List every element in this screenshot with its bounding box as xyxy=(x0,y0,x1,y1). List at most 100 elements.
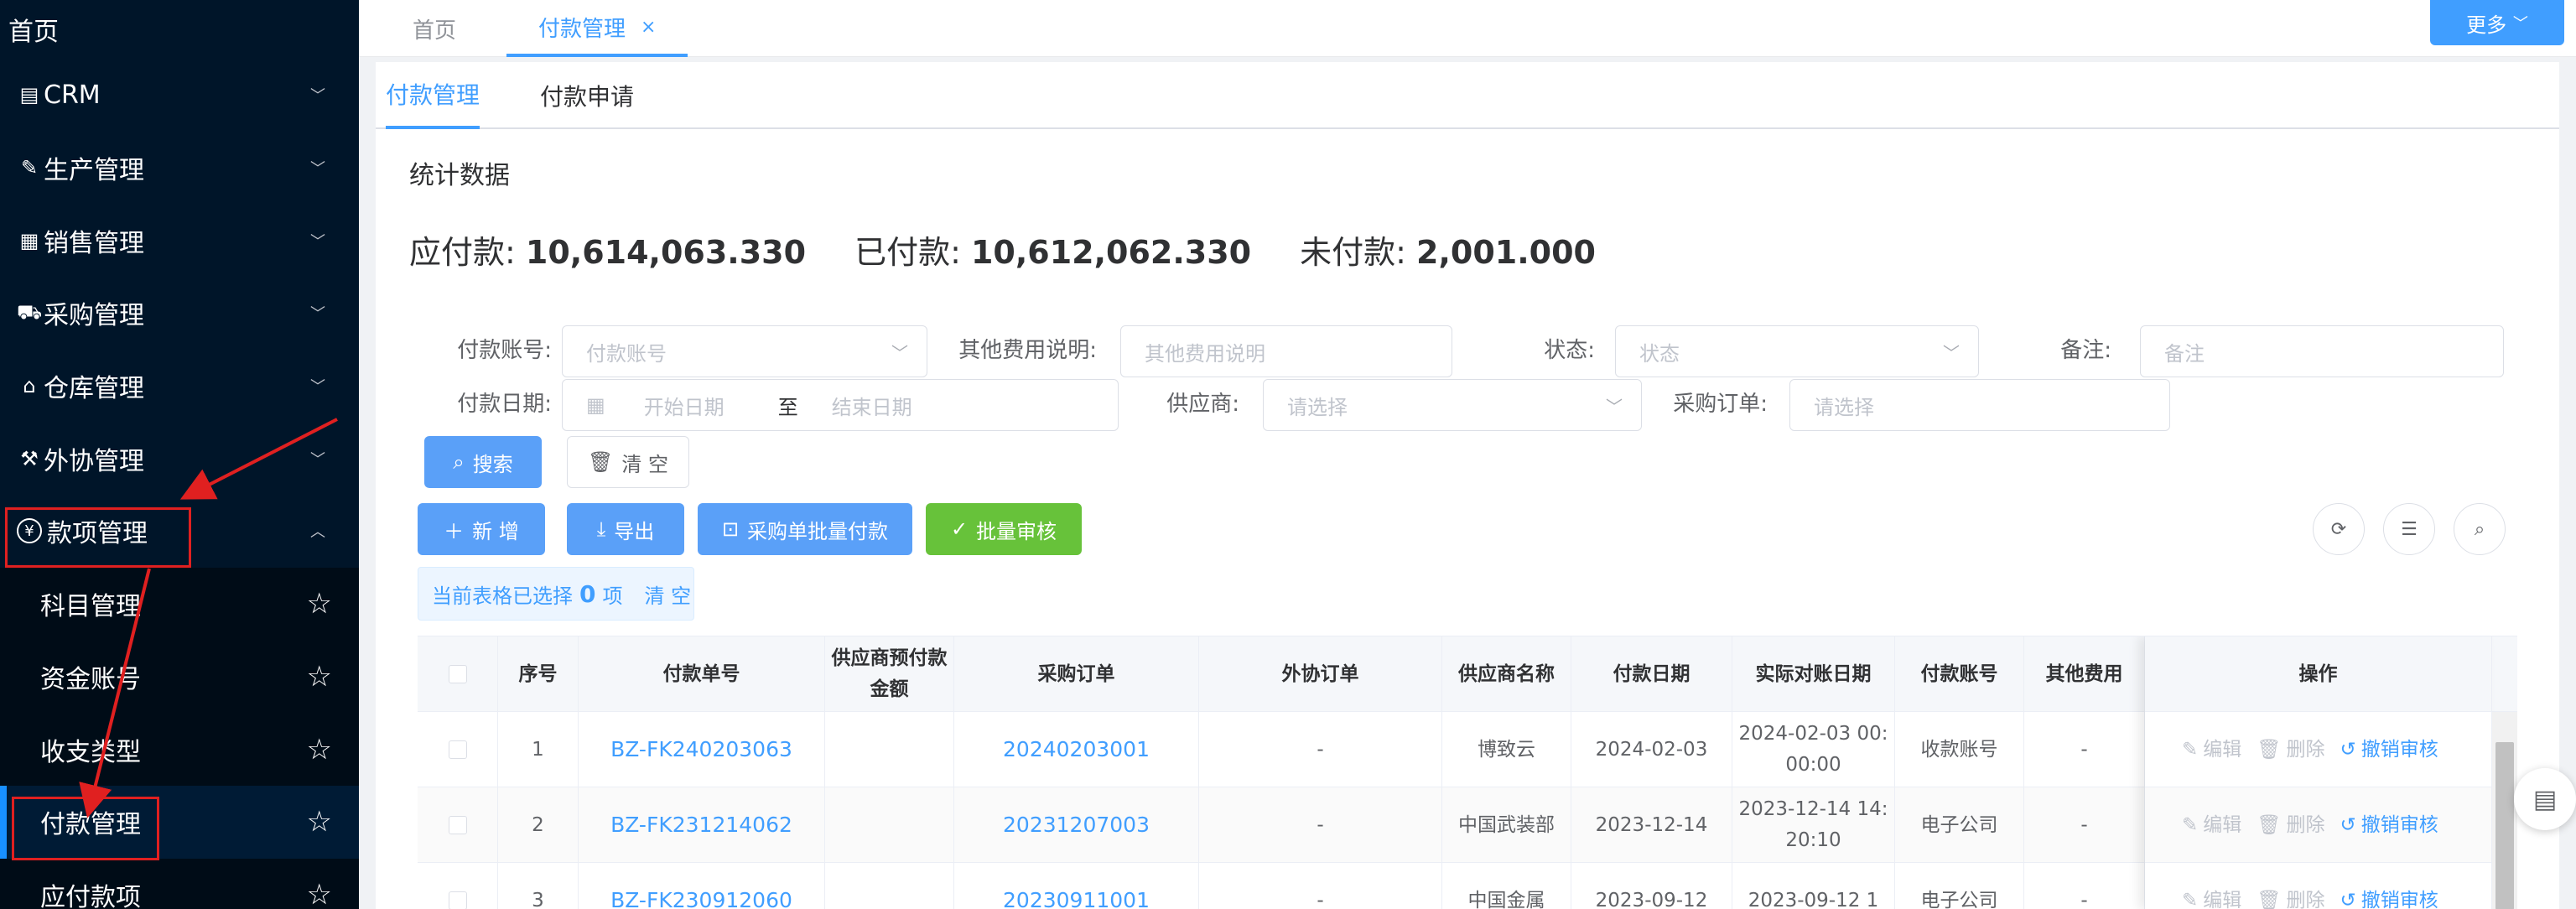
sub-tabs: 付款管理 付款申请 xyxy=(376,62,2559,129)
search-toggle-icon[interactable]: ⌕ xyxy=(2454,503,2506,555)
download-icon: ⤓ xyxy=(596,517,606,541)
sidebar-item-outsource[interactable]: ⚒ 外协管理 ﹀ xyxy=(0,422,359,495)
sidebar-sub-payables[interactable]: 应付款项 ☆ xyxy=(0,858,359,909)
sidebar-item-home[interactable]: 首页 xyxy=(0,0,359,59)
remark-input[interactable]: 备注 xyxy=(2140,325,2504,377)
subtab-label: 付款管理 xyxy=(386,81,480,109)
cart-icon: ⛟ xyxy=(17,299,43,324)
cell-outsource: - xyxy=(1199,787,1442,863)
cell-po-link[interactable]: 20230911001 xyxy=(954,863,1199,909)
cell-supplier: 中国金属 xyxy=(1442,863,1571,909)
warehouse-icon: ⌂ xyxy=(23,374,36,398)
select-all-checkbox[interactable] xyxy=(448,665,467,683)
document-icon[interactable]: ▤ xyxy=(2514,768,2576,830)
col-header: 外协订单 xyxy=(1199,636,1442,712)
supplier-select[interactable]: 请选择 ﹀ xyxy=(1263,379,1642,431)
selection-suffix: 项 xyxy=(602,584,623,608)
sidebar-sub-subjects[interactable]: 科目管理 ☆ xyxy=(0,567,359,641)
stats-title: 统计数据 xyxy=(409,161,510,190)
stat-payable: 应付款: 10,614,063.330 xyxy=(409,226,806,273)
cell-no: 3 xyxy=(498,863,579,909)
add-button[interactable]: ＋ 新 增 xyxy=(418,503,545,555)
col-header: 其他费用 xyxy=(2024,636,2145,712)
po-select[interactable]: 请选择 xyxy=(1789,379,2170,431)
tab-payment-request[interactable]: 付款申请 xyxy=(540,62,634,129)
cell-other: - xyxy=(2024,863,2145,909)
stat-paid: 已付款: 10,612,062.330 xyxy=(854,226,1251,273)
close-icon[interactable]: × xyxy=(641,17,656,38)
row-checkbox[interactable] xyxy=(448,816,467,834)
sidebar-item-sales[interactable]: ▦ 销售管理 ﹀ xyxy=(0,204,359,277)
export-button[interactable]: ⤓ 导出 xyxy=(567,503,684,555)
sidebar-sub-fund-accounts[interactable]: 资金账号 ☆ xyxy=(0,640,359,714)
sidebar-sub-label: 收支类型 xyxy=(40,737,141,767)
chevron-down-icon: ﹀ xyxy=(310,305,325,324)
supplier-placeholder: 请选择 xyxy=(1287,395,1348,419)
payments-table: 序号 付款单号 供应商预付款金额 采购订单 外协订单 供应商名称 付款日期 实际… xyxy=(418,636,2517,909)
stat-value: 10,612,062.330 xyxy=(970,234,1252,271)
remark-label: 备注: xyxy=(2060,338,2111,363)
status-select[interactable]: 状态 ﹀ xyxy=(1615,325,1979,377)
select-all-cell[interactable] xyxy=(418,636,498,712)
other-fee-placeholder: 其他费用说明 xyxy=(1145,341,1265,366)
cell-date: 2023-09-12 xyxy=(1571,863,1732,909)
cell-code-link[interactable]: BZ-FK231214062 xyxy=(579,787,825,863)
refresh-icon[interactable]: ⟳ xyxy=(2313,503,2365,555)
date-label: 付款日期: xyxy=(457,392,552,417)
batch-audit-button[interactable]: ✓ 批量审核 xyxy=(926,503,1082,555)
selection-clear-link[interactable]: 清 空 xyxy=(644,579,691,609)
account-label: 付款账号: xyxy=(457,338,552,363)
star-icon[interactable]: ☆ xyxy=(307,733,332,766)
money-icon: ⊡ xyxy=(721,517,740,541)
row-checkbox[interactable] xyxy=(448,891,467,909)
col-header: 采购订单 xyxy=(954,636,1199,712)
cell-code-link[interactable]: BZ-FK240203063 xyxy=(579,712,825,787)
chevron-down-icon: ﹀ xyxy=(310,450,325,469)
date-range-picker[interactable]: ▦ 开始日期 至 结束日期 xyxy=(562,379,1119,431)
cell-po-link[interactable]: 20231207003 xyxy=(954,787,1199,863)
plus-icon: ＋ xyxy=(444,519,465,543)
sidebar-item-production[interactable]: ✎ 生产管理 ﹀ xyxy=(0,132,359,205)
tab-payment-management[interactable]: 付款管理 × xyxy=(506,0,688,57)
other-fee-input[interactable]: 其他费用说明 xyxy=(1120,325,1452,377)
tab-payment-management-sub[interactable]: 付款管理 xyxy=(386,62,480,129)
selection-info: 当前表格已选择 0 项 清 空 xyxy=(418,567,694,621)
stat-value: 10,614,063.330 xyxy=(525,234,807,271)
tabs-bar: 首页 付款管理 × 更多 ﹀ xyxy=(359,0,2576,57)
row-select-cell[interactable] xyxy=(418,863,498,909)
sidebar-sub-label: 应付款项 xyxy=(40,882,141,909)
cell-no: 1 xyxy=(498,712,579,787)
row-checkbox[interactable] xyxy=(448,740,467,759)
chevron-down-icon: ﹀ xyxy=(2512,15,2528,33)
cell-actual-date: 2023-12-14 14:20:10 xyxy=(1732,787,1895,863)
clear-button[interactable]: 🗑 清 空 xyxy=(567,436,689,488)
sidebar-item-purchase[interactable]: ⛟ 采购管理 ﹀ xyxy=(0,277,359,350)
cell-outsource: - xyxy=(1199,712,1442,787)
stat-label: 应付款: xyxy=(409,234,516,271)
star-icon[interactable]: ☆ xyxy=(307,878,332,909)
columns-settings-icon[interactable]: ☰ xyxy=(2383,503,2435,555)
row-select-cell[interactable] xyxy=(418,712,498,787)
other-fee-label: 其他费用说明: xyxy=(958,338,1097,363)
sidebar-sub-income-types[interactable]: 收支类型 ☆ xyxy=(0,713,359,786)
sidebar-home-label: 首页 xyxy=(8,18,59,47)
sidebar-item-warehouse[interactable]: ⌂ 仓库管理 ﹀ xyxy=(0,350,359,423)
tab-home[interactable]: 首页 xyxy=(413,0,456,57)
search-label: 搜索 xyxy=(472,452,513,476)
batch-pay-button[interactable]: ⊡ 采购单批量付款 xyxy=(698,503,912,555)
chevron-down-icon: ﹀ xyxy=(1606,396,1623,417)
table-scrollbar-thumb[interactable] xyxy=(2496,742,2514,909)
status-label: 状态: xyxy=(1544,338,1595,363)
row-select-cell[interactable] xyxy=(418,787,498,863)
star-icon[interactable]: ☆ xyxy=(307,587,332,621)
account-select[interactable]: 付款账号 ﹀ xyxy=(562,325,927,377)
more-button[interactable]: 更多 ﹀ xyxy=(2430,0,2564,45)
sidebar-item-crm[interactable]: ▤ CRM ﹀ xyxy=(0,59,359,132)
col-header: 序号 xyxy=(498,636,579,712)
date-end-placeholder: 结束日期 xyxy=(831,395,912,419)
cell-code-link[interactable]: BZ-FK230912060 xyxy=(579,863,825,909)
cell-po-link[interactable]: 20240203001 xyxy=(954,712,1199,787)
search-button[interactable]: ⌕ 搜索 xyxy=(424,436,542,488)
star-icon[interactable]: ☆ xyxy=(307,660,332,693)
star-icon[interactable]: ☆ xyxy=(307,805,332,839)
